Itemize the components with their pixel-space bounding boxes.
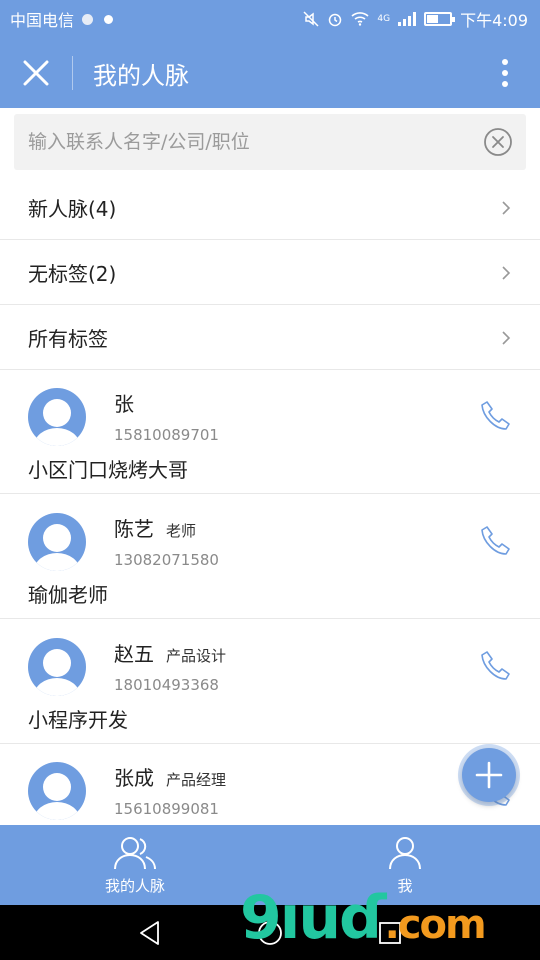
contact-phone: 15810089701 xyxy=(114,426,219,444)
contact-title: 产品设计 xyxy=(166,647,227,665)
call-button[interactable] xyxy=(478,523,514,559)
contact-item[interactable]: 张成 产品经理 15610899081 xyxy=(0,744,540,825)
menu-item-new-contacts[interactable]: 新人脉(4) xyxy=(0,176,540,240)
system-nav-bar xyxy=(0,905,540,960)
app-header: 我的人脉 xyxy=(0,38,540,108)
search-bar xyxy=(0,108,540,176)
avatar xyxy=(28,388,86,446)
person-avatar-icon xyxy=(34,649,80,696)
menu-item-label: 所有标签 xyxy=(28,327,108,351)
header-divider xyxy=(72,56,73,90)
phone-icon xyxy=(481,401,510,430)
search-box xyxy=(14,114,526,170)
back-button[interactable] xyxy=(130,913,170,953)
person-avatar-icon xyxy=(34,773,80,820)
user-icon xyxy=(389,836,421,869)
tab-my-contacts[interactable]: 我的人脉 xyxy=(0,825,270,905)
home-button[interactable] xyxy=(250,913,290,953)
close-icon xyxy=(23,60,49,86)
phone-icon xyxy=(481,651,510,680)
tab-label: 我的人脉 xyxy=(104,876,165,895)
contacts-icon xyxy=(114,836,156,869)
avatar xyxy=(28,762,86,820)
menu-item-label: 无标签(2) xyxy=(28,262,117,286)
network-type-label: 4G xyxy=(377,13,391,24)
menu-item-label: 新人脉(4) xyxy=(28,197,117,221)
close-button[interactable] xyxy=(0,38,72,108)
page-title: 我的人脉 xyxy=(93,61,189,90)
contact-note: 瑜伽老师 xyxy=(28,583,108,607)
contact-item[interactable]: 陈艺 老师 13082071580 瑜伽老师 xyxy=(0,495,540,619)
back-triangle-icon xyxy=(140,920,159,945)
notification-dot-icon xyxy=(82,13,94,25)
wifi-icon xyxy=(351,12,369,26)
contact-note: 小程序开发 xyxy=(28,708,128,732)
clear-icon xyxy=(484,128,512,156)
contact-name: 张 xyxy=(114,392,134,416)
tab-me[interactable]: 我 xyxy=(270,825,540,905)
chevron-right-icon xyxy=(498,330,514,346)
contact-note: 小区门口烧烤大哥 xyxy=(28,458,188,482)
avatar xyxy=(28,513,86,571)
search-input[interactable] xyxy=(28,131,482,153)
avatar xyxy=(28,638,86,696)
contact-name: 赵五 xyxy=(114,642,154,666)
app-notification-icon xyxy=(101,11,117,27)
contact-item[interactable]: 赵五 产品设计 18010493368 小程序开发 xyxy=(0,620,540,744)
clear-search-button[interactable] xyxy=(482,126,514,158)
signal-icon xyxy=(398,12,417,26)
home-circle-icon xyxy=(258,920,282,945)
contact-name: 张成 xyxy=(114,766,154,790)
contact-title: 老师 xyxy=(166,522,197,540)
person-avatar-icon xyxy=(34,524,80,571)
chevron-right-icon xyxy=(498,200,514,216)
menu-item-all-tags[interactable]: 所有标签 xyxy=(0,306,540,370)
contact-phone: 18010493368 xyxy=(114,676,219,694)
phone-icon xyxy=(481,526,510,555)
carrier-label: 中国电信 xyxy=(10,11,75,30)
person-avatar-icon xyxy=(34,399,80,446)
tab-label: 我 xyxy=(397,876,413,895)
contact-phone: 15610899081 xyxy=(114,800,219,818)
contact-title: 产品经理 xyxy=(166,771,227,789)
contact-name: 陈艺 xyxy=(114,517,154,541)
alarm-icon xyxy=(329,13,342,27)
more-button[interactable] xyxy=(470,38,540,108)
recents-button[interactable] xyxy=(370,913,410,953)
chevron-right-icon xyxy=(498,265,514,281)
mute-icon xyxy=(303,11,319,27)
call-button[interactable] xyxy=(478,648,514,684)
contact-item[interactable]: 张 15810089701 小区门口烧烤大哥 xyxy=(0,370,540,494)
menu-item-untagged[interactable]: 无标签(2) xyxy=(0,241,540,305)
call-button[interactable] xyxy=(478,398,514,434)
clock-label: 下午4:09 xyxy=(460,11,528,30)
add-contact-button[interactable] xyxy=(462,748,516,802)
recents-square-icon xyxy=(379,921,401,944)
more-vertical-icon xyxy=(502,59,508,87)
status-bar: 中国电信 4G 下午4:09 xyxy=(0,0,540,38)
contact-phone: 13082071580 xyxy=(114,551,219,569)
bottom-tab-bar: 我的人脉 我 xyxy=(0,825,540,905)
plus-icon xyxy=(475,761,503,789)
battery-icon xyxy=(424,12,456,26)
